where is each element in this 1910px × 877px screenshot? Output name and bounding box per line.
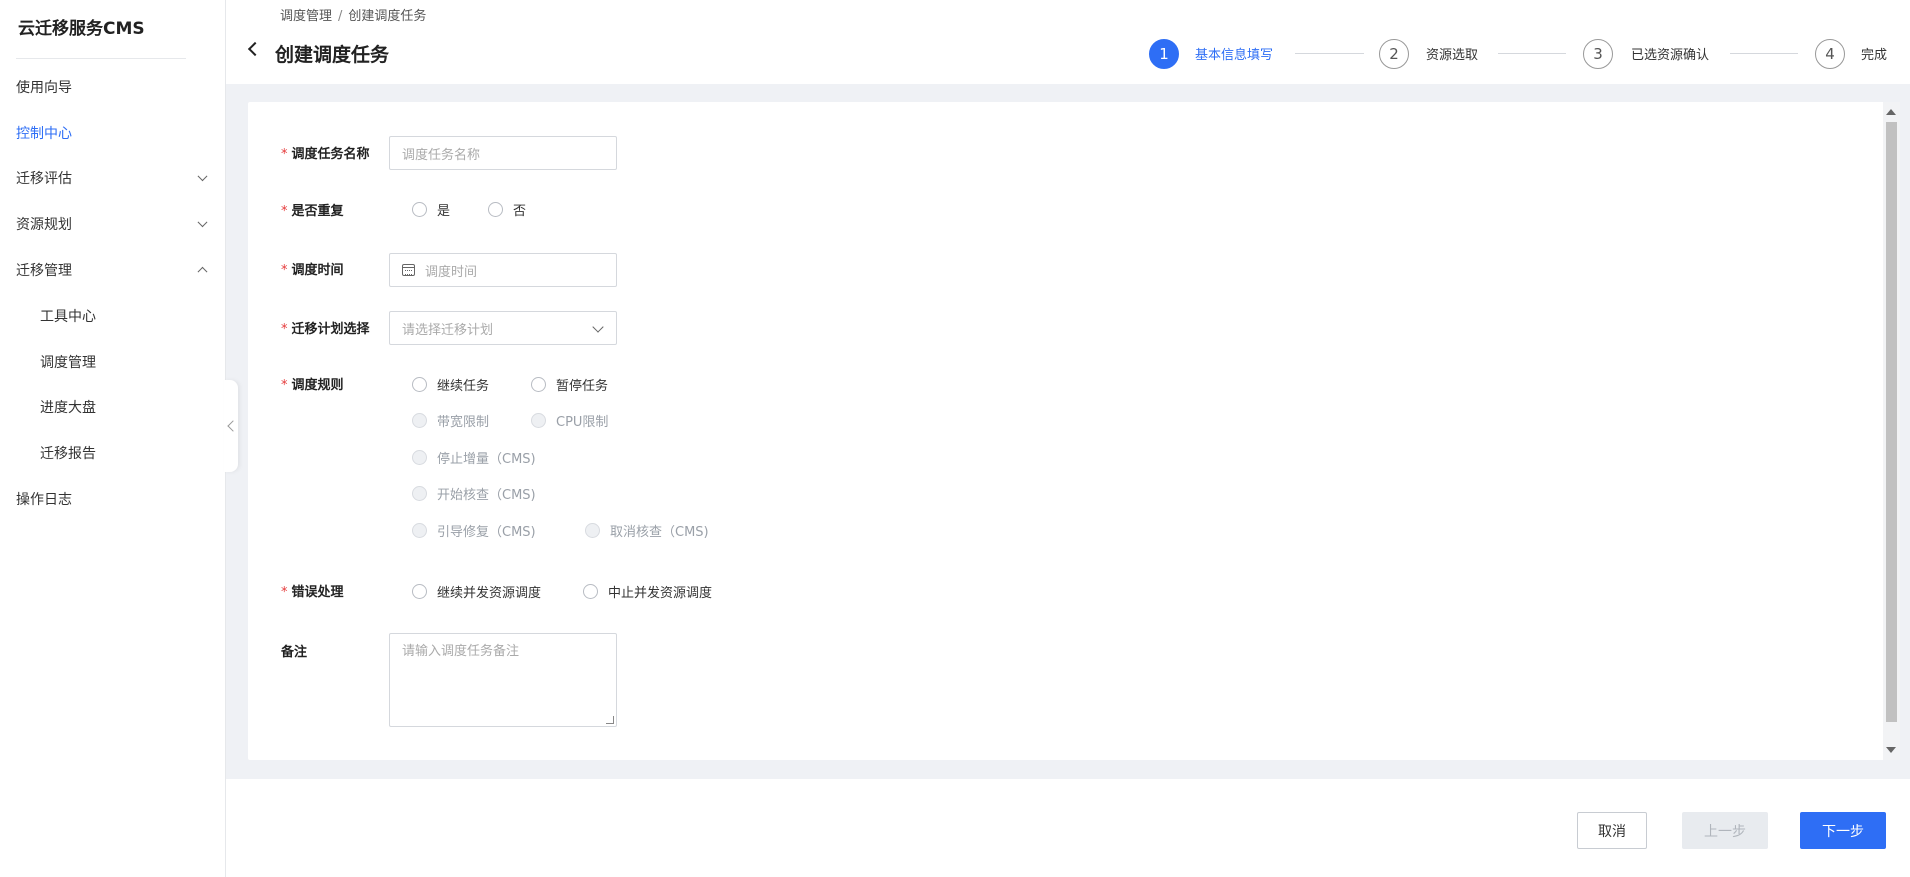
- sidebar-item-schedule-management[interactable]: 调度管理: [0, 342, 226, 382]
- sidebar-item-label: 调度管理: [40, 355, 96, 371]
- sidebar-item-migration-report[interactable]: 迁移报告: [0, 433, 226, 473]
- sidebar-item-label: 迁移报告: [40, 446, 96, 462]
- breadcrumb: 调度管理 / 创建调度任务: [280, 5, 426, 24]
- schedule-time-label: * 调度时间: [281, 263, 344, 278]
- calendar-icon: [402, 264, 415, 276]
- resize-handle-icon[interactable]: [606, 716, 614, 724]
- sidebar-item-operation-log[interactable]: 操作日志: [0, 479, 226, 519]
- step-1-label: 基本信息填写: [1195, 48, 1274, 63]
- sidebar: 云迁移服务CMS 使用向导 控制中心 迁移评估 资源规划 迁移管理 工具中心 调…: [0, 0, 226, 877]
- sidebar-item-label: 迁移评估: [16, 171, 72, 187]
- brand-title: 云迁移服务CMS: [18, 19, 145, 39]
- step-connector: [1295, 53, 1364, 54]
- breadcrumb-separator: /: [338, 9, 343, 24]
- rule-pause-radio[interactable]: 暂停任务: [531, 375, 608, 394]
- radio-circle: [412, 202, 427, 217]
- repeat-label: * 是否重复: [281, 204, 344, 219]
- rule-start-check-radio: 开始核查（CMS): [412, 484, 536, 503]
- radio-circle: [412, 413, 427, 428]
- radio-circle: [585, 523, 600, 538]
- repeat-yes-radio[interactable]: 是: [412, 200, 450, 219]
- step-connector: [1730, 53, 1798, 54]
- radio-circle: [412, 450, 427, 465]
- sidebar-item-migration-assessment[interactable]: 迁移评估: [0, 158, 226, 198]
- step-2-label: 资源选取: [1426, 48, 1479, 63]
- next-step-button[interactable]: 下一步: [1800, 812, 1886, 849]
- previous-step-button: 上一步: [1682, 812, 1768, 849]
- step-1-circle: 1: [1149, 39, 1179, 69]
- scroll-down-arrow-icon[interactable]: [1886, 747, 1896, 753]
- sidebar-collapse-button[interactable]: [224, 380, 239, 472]
- radio-circle: [531, 377, 546, 392]
- step-4-circle: 4: [1815, 39, 1845, 69]
- footer-bar: 取消 上一步 下一步: [226, 779, 1910, 877]
- page-header: 调度管理 / 创建调度任务 创建调度任务 1 基本信息填写 2 资源选取 3 已选资…: [226, 0, 1910, 84]
- sidebar-item-label: 使用向导: [16, 80, 72, 96]
- schedule-rules-label: * 调度规则: [281, 378, 344, 393]
- radio-circle: [583, 584, 598, 599]
- sidebar-item-label: 操作日志: [16, 492, 72, 508]
- sidebar-item-control-center[interactable]: 控制中心: [0, 113, 226, 153]
- repeat-no-radio[interactable]: 否: [488, 200, 526, 219]
- step-4-label: 完成: [1861, 48, 1888, 63]
- remark-textarea[interactable]: 请输入调度任务备注: [389, 633, 617, 727]
- sidebar-item-tool-center[interactable]: 工具中心: [0, 296, 226, 336]
- rule-cpu-radio: CPU限制: [531, 411, 608, 430]
- scrollbar[interactable]: [1883, 102, 1900, 760]
- radio-circle: [531, 413, 546, 428]
- sidebar-item-guide[interactable]: 使用向导: [0, 67, 226, 107]
- rule-stop-incremental-radio: 停止增量（CMS): [412, 448, 536, 467]
- remark-label: 备注: [281, 645, 308, 660]
- breadcrumb-link-schedule[interactable]: 调度管理: [280, 9, 332, 24]
- form-card: * 调度任务名称 调度任务名称 * 是否重复 是 否 * 调度时间 调度时间 * 迁移计…: [248, 102, 1900, 760]
- chevron-down-icon: [197, 217, 208, 228]
- sidebar-item-migration-management[interactable]: 迁移管理: [0, 250, 226, 290]
- step-3-label: 已选资源确认: [1631, 48, 1710, 63]
- brand-divider: [16, 58, 186, 59]
- sidebar-item-label: 迁移管理: [16, 263, 72, 279]
- sidebar-item-progress-dashboard[interactable]: 进度大盘: [0, 387, 226, 427]
- sidebar-item-label: 资源规划: [16, 217, 72, 233]
- cancel-button[interactable]: 取消: [1577, 812, 1647, 849]
- main-area: 调度管理 / 创建调度任务 创建调度任务 1 基本信息填写 2 资源选取 3 已选资…: [226, 0, 1910, 877]
- rule-boot-repair-radio: 引导修复（CMS): [412, 521, 536, 540]
- error-continue-radio[interactable]: 继续并发资源调度: [412, 582, 541, 601]
- task-name-input[interactable]: 调度任务名称: [389, 136, 617, 170]
- scroll-up-arrow-icon[interactable]: [1886, 109, 1896, 115]
- chevron-up-icon: [197, 266, 208, 277]
- radio-circle: [412, 377, 427, 392]
- breadcrumb-current: 创建调度任务: [348, 9, 427, 24]
- rule-continue-radio[interactable]: 继续任务: [412, 375, 489, 394]
- step-2-circle: 2: [1379, 39, 1409, 69]
- radio-circle: [412, 486, 427, 501]
- chevron-left-icon: [227, 420, 239, 432]
- radio-circle: [412, 523, 427, 538]
- step-connector: [1498, 53, 1566, 54]
- chevron-down-icon: [197, 171, 208, 182]
- error-handling-label: * 错误处理: [281, 585, 344, 600]
- sidebar-item-resource-planning[interactable]: 资源规划: [0, 204, 226, 244]
- rule-bandwidth-radio: 带宽限制: [412, 411, 489, 430]
- sidebar-item-label: 进度大盘: [40, 400, 96, 416]
- chevron-down-icon: [592, 321, 604, 333]
- sidebar-item-label: 工具中心: [40, 309, 96, 325]
- migration-plan-label: * 迁移计划选择: [281, 322, 370, 337]
- step-indicator: 1 基本信息填写 2 资源选取 3 已选资源确认 4 完成: [226, 39, 1910, 69]
- step-3-circle: 3: [1583, 39, 1613, 69]
- sidebar-item-label: 控制中心: [16, 126, 72, 142]
- scrollbar-thumb[interactable]: [1886, 122, 1897, 722]
- migration-plan-select[interactable]: 请选择迁移计划: [389, 311, 617, 345]
- radio-circle: [412, 584, 427, 599]
- rule-cancel-check-radio: 取消核查（CMS): [585, 521, 709, 540]
- schedule-time-picker[interactable]: 调度时间: [389, 253, 617, 287]
- error-abort-radio[interactable]: 中止并发资源调度: [583, 582, 712, 601]
- radio-circle: [488, 202, 503, 217]
- task-name-label: * 调度任务名称: [281, 147, 370, 162]
